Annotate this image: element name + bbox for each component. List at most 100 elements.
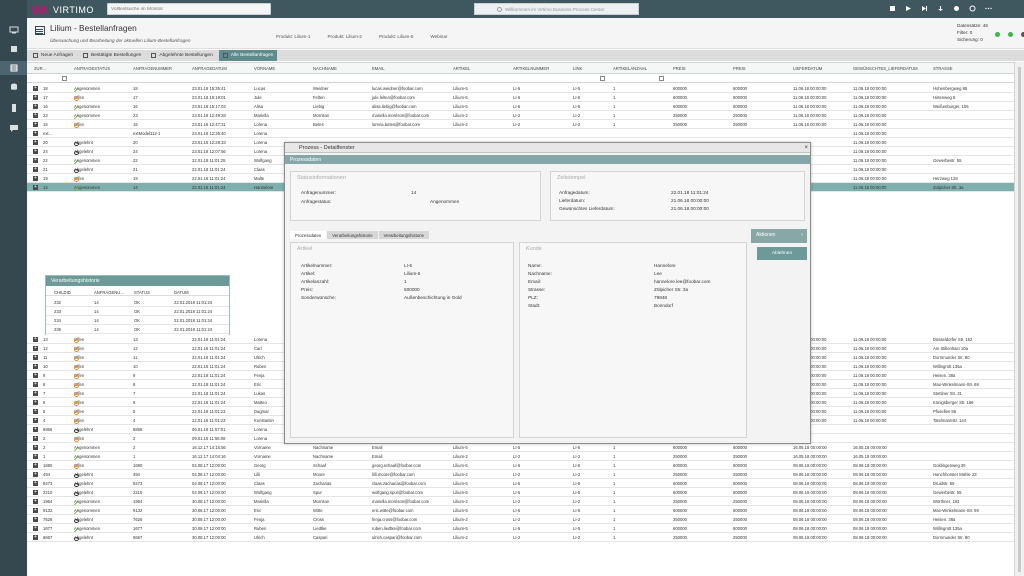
expand-icon[interactable]: + [33,95,38,100]
history-row[interactable]: 235 14 OK 22.01.2018 11:01:24 [46,325,229,334]
table-row[interactable]: +7626 Abgelehnt 7626 30.08.17 12:00:00 Fenja… [27,515,1014,524]
table-row[interactable]: +9132 Angenommen 9132 30.08.17 12:00:00 Eric… [27,506,1014,515]
column-header[interactable]: LINK [573,66,582,71]
table-row[interactable]: +2210 Abgelehnt 2210 02.08.17 12:00:00 Wolfg… [27,488,1014,497]
table-row[interactable]: +494 Abgelehnt 494 04.08.17 12:00:00 Lilli Mo… [27,470,1014,479]
settings-icon[interactable] [953,5,960,12]
history-column-header[interactable]: ANFRAGENU… [94,290,124,295]
product-filter[interactable]: Webinar [430,34,447,39]
expand-icon[interactable]: + [33,104,38,109]
history-column-header[interactable]: DATUM [174,290,189,295]
product-filter[interactable]: Produkt: Lilium-1 [276,34,310,39]
expand-icon[interactable]: + [33,517,38,522]
expand-icon[interactable]: + [33,346,38,351]
history-row[interactable]: 232 14 OK 22.01.2018 11:01:24 [46,298,229,307]
device-icon[interactable] [889,5,896,12]
column-header[interactable]: GEWÜNSCHTES_LIEFERDATUM [853,66,918,71]
product-filter[interactable]: Produkt: Lilium-5 [379,34,413,39]
table-row[interactable]: +1677 Angenommen 1677 30.08.17 12:00:00 Rube… [27,524,1014,533]
vertical-scrollbar[interactable] [1014,62,1024,576]
play-icon[interactable] [905,5,912,12]
expand-icon[interactable]: + [33,140,38,145]
table-row[interactable]: +23 Angenommen 23 23.01.18 12:49:28 Mariella… [27,111,1014,120]
expand-icon[interactable]: + [33,86,38,91]
product-filter[interactable]: Produkt: Lilium-2 [327,34,361,39]
expand-icon[interactable]: + [33,400,38,405]
column-header[interactable]: ARTIKELANZAHL [613,66,647,71]
expand-icon[interactable]: + [33,113,38,118]
column-header[interactable]: PREIS [673,66,686,71]
column-header[interactable]: NACHNAME [313,66,337,71]
filter-checkbox[interactable] [62,76,67,81]
table-row[interactable]: +18 Angenommen 18 23.01.18 15:35:41 Lucas Wei… [27,84,1014,93]
column-header[interactable]: ANFRAGEDATUM [192,66,227,71]
expand-icon[interactable]: + [33,337,38,342]
expand-icon[interactable]: + [33,454,38,459]
expand-icon[interactable]: + [33,185,38,190]
tab-history-2[interactable]: Verarbeitungshistorie [378,231,430,239]
book-icon[interactable] [8,44,19,54]
tab-history[interactable]: Verarbeitungshistorie [327,231,378,239]
expand-icon[interactable]: + [33,535,38,540]
expand-icon[interactable]: + [33,382,38,387]
filter-checkbox[interactable] [600,76,605,81]
column-header[interactable]: ARTIKEL [453,66,470,71]
column-header[interactable]: LIEFERDATUM [793,66,822,71]
column-header[interactable]: ANFRAGESTATUS [74,66,110,71]
refresh-icon[interactable] [969,5,976,12]
expand-icon[interactable]: + [33,499,38,504]
column-header[interactable]: ANFRAGENUMMER [133,66,172,71]
column-header[interactable]: EMAIL [372,66,385,71]
history-column-header[interactable]: STATUS [134,290,150,295]
expand-icon[interactable]: + [33,391,38,396]
history-row[interactable]: 234 14 OK 22.01.2018 11:01:24 [46,316,229,325]
expand-icon[interactable]: + [33,418,38,423]
expand-icon[interactable]: + [33,373,38,378]
expand-icon[interactable]: + [33,176,38,181]
table-row[interactable]: +1 Angenommen 1 16.12.17 14:04:16 Vorname Nac… [27,452,1014,461]
tab-confirmed-orders[interactable]: Bestätigte Bestellungen [79,50,145,61]
tab-rejected-orders[interactable]: Abgelehnte Bestellungen [147,50,216,61]
table-row[interactable]: +1680 Offen 1680 04.08.17 12:00:00 Georg Scha… [27,461,1014,470]
column-header[interactable]: STRASSE [933,66,953,71]
actions-menu[interactable]: Aktionen › [751,229,807,243]
global-search-input[interactable] [107,3,271,15]
expand-icon[interactable]: + [33,364,38,369]
download-icon[interactable] [937,5,944,12]
table-row[interactable]: +15 Offen 15 23.01.18 12:47:31 Lorena Betes lo… [27,120,1014,129]
expand-icon[interactable]: + [33,122,38,127]
expand-icon[interactable]: + [33,445,38,450]
expand-icon[interactable]: + [33,409,38,414]
table-row[interactable]: + ext… extModel112-1 23.01.18 12:35:40 Loren… [27,129,1014,138]
scroll-thumb[interactable] [1018,67,1021,572]
expand-icon[interactable]: + [33,427,38,432]
filter-checkbox[interactable] [659,76,664,81]
tab-all-requests[interactable]: Alle Bestellanfragen [218,50,278,61]
expand-icon[interactable]: + [33,508,38,513]
reject-button[interactable]: Ablehnen [757,247,807,260]
document-icon[interactable] [8,103,19,113]
expand-icon[interactable]: + [33,472,38,477]
column-header[interactable]: ARTIKELNUMMER [513,66,549,71]
history-row[interactable]: 233 14 OK 22.01.2018 11:01:24 [46,307,229,316]
expand-icon[interactable]: + [33,131,38,136]
expand-icon[interactable]: + [33,167,38,172]
expand-icon[interactable]: + [33,463,38,468]
chat-icon[interactable] [8,123,19,133]
expand-icon[interactable]: + [33,526,38,531]
expand-icon[interactable]: + [33,149,38,154]
table-row[interactable]: +2 Angenommen 2 16.12.17 14:15:56 Vorname Nac… [27,443,1014,452]
table-row[interactable]: +6667 Abgelehnt 6667 30.08.17 12:00:00 Ulric… [27,533,1014,542]
close-icon[interactable]: × [804,145,808,151]
expand-icon[interactable]: + [33,436,38,441]
column-header[interactable]: ZUR… [34,66,47,71]
column-header[interactable]: PREIS [733,66,746,71]
expand-icon[interactable]: + [33,355,38,360]
table-row[interactable]: +17 Offen 17 23.01.18 15:19:01 Jule Felten jul… [27,93,1014,102]
more-icon[interactable] [985,5,992,12]
column-header[interactable]: VORNAME [254,66,275,71]
tab-new-requests[interactable]: Neue Anfragen [29,50,77,61]
database-icon[interactable] [8,82,19,92]
table-row[interactable]: +8473 Abgelehnt 8473 04.08.17 12:00:00 Claas… [27,479,1014,488]
expand-icon[interactable]: + [33,490,38,495]
